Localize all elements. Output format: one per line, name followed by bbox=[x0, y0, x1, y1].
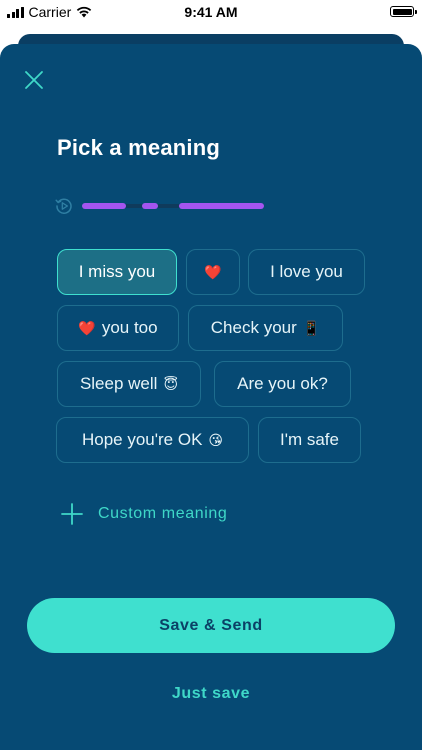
pattern-dash bbox=[179, 203, 264, 209]
meaning-chip-check-your-phone[interactable]: Check your 📱 bbox=[188, 305, 343, 351]
meaning-chip-i-miss-you[interactable]: I miss you bbox=[57, 249, 177, 295]
chip-label: I love you bbox=[270, 262, 343, 281]
just-save-button[interactable]: Just save bbox=[0, 685, 422, 703]
pattern-dash bbox=[82, 203, 126, 209]
heart-emoji: ❤️ bbox=[78, 319, 96, 336]
meaning-chip-im-safe[interactable]: I'm safe bbox=[258, 417, 361, 463]
save-and-send-label: Save & Send bbox=[159, 616, 263, 634]
save-and-send-button[interactable]: Save & Send bbox=[27, 598, 395, 653]
meaning-chip-heart-you-too[interactable]: ❤️ you too bbox=[57, 305, 179, 351]
battery-icon bbox=[390, 6, 417, 17]
custom-meaning-button[interactable]: Custom meaning bbox=[60, 502, 227, 526]
status-time: 9:41 AM bbox=[184, 4, 238, 20]
meaning-chip-sleep-well[interactable]: Sleep well 😇 bbox=[57, 361, 201, 407]
meaning-chip-i-love-you[interactable]: I love you bbox=[248, 249, 365, 295]
replay-icon[interactable] bbox=[54, 196, 74, 216]
chip-label: you too bbox=[101, 318, 158, 337]
status-bar: Carrier 9:41 AM bbox=[0, 0, 422, 28]
angel-emoji: 😇 bbox=[163, 375, 179, 392]
meaning-chip-heart[interactable]: ❤️ bbox=[186, 249, 240, 295]
chip-label: Hope you're OK bbox=[81, 430, 203, 449]
close-icon[interactable] bbox=[22, 68, 46, 92]
chip-label: I miss you bbox=[78, 262, 156, 281]
page-title: Pick a meaning bbox=[57, 135, 220, 160]
pattern-dot bbox=[142, 203, 158, 209]
kiss-emoji: 😘 bbox=[208, 431, 224, 448]
custom-meaning-label: Custom meaning bbox=[98, 505, 228, 522]
meaning-chip-are-you-ok[interactable]: Are you ok? bbox=[214, 361, 351, 407]
chip-label: I'm safe bbox=[280, 430, 339, 449]
chip-label: Check your bbox=[210, 318, 297, 337]
heart-emoji: ❤️ bbox=[204, 263, 222, 280]
meaning-chip-hope-youre-ok[interactable]: Hope you're OK 😘 bbox=[56, 417, 249, 463]
phone-emoji: 📱 bbox=[302, 319, 321, 336]
plus-icon bbox=[61, 503, 83, 525]
vibration-pattern bbox=[82, 203, 264, 209]
chip-label: Are you ok? bbox=[237, 374, 328, 393]
chip-label: Sleep well bbox=[79, 374, 158, 393]
